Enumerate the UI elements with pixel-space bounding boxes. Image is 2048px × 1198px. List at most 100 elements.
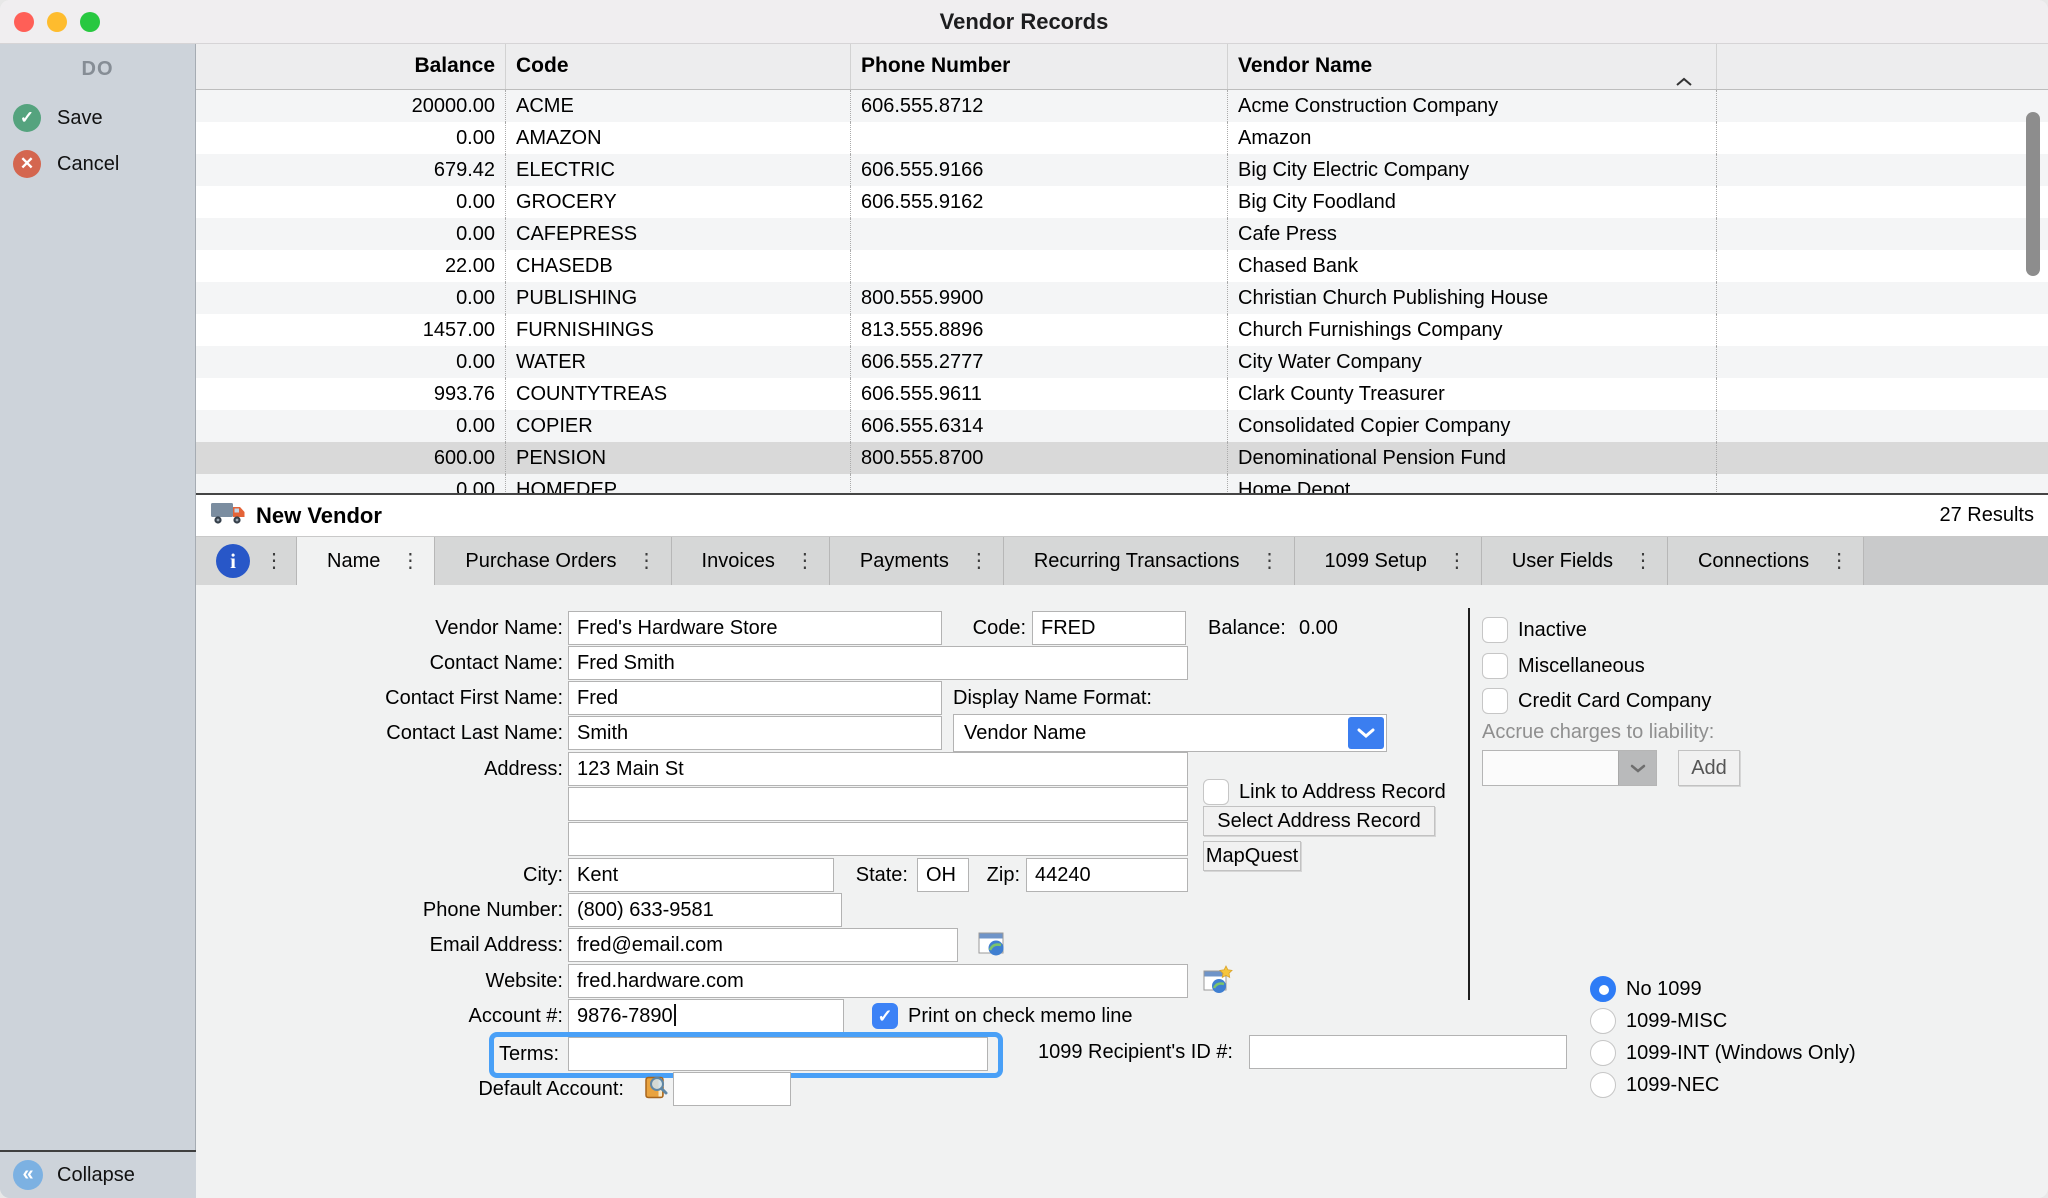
- vertical-scrollbar-thumb[interactable]: [2026, 112, 2040, 276]
- tab-menu-dots-icon[interactable]: ⋮: [969, 551, 989, 571]
- save-check-icon[interactable]: ✓: [13, 104, 41, 132]
- cancel-button[interactable]: Cancel: [57, 150, 119, 178]
- code-field[interactable]: FRED: [1032, 611, 1186, 645]
- terms-field[interactable]: [568, 1037, 988, 1071]
- display-name-format-dropdown[interactable]: Vendor Name: [953, 714, 1387, 752]
- table-cell-name: Christian Church Publishing House: [1227, 282, 1716, 314]
- table-cell-code: GROCERY: [505, 186, 850, 218]
- table-row[interactable]: 0.00AMAZONAmazon: [196, 122, 2048, 154]
- tab-name[interactable]: Name⋮: [297, 537, 435, 585]
- table-row[interactable]: 679.42ELECTRIC606.555.9166Big City Elect…: [196, 154, 2048, 186]
- tab-recurring-transactions[interactable]: Recurring Transactions⋮: [1004, 537, 1295, 585]
- vendor-name-label: Vendor Name:: [303, 611, 563, 645]
- tab-menu-dots-icon[interactable]: ⋮: [400, 551, 420, 571]
- recipient-id-label: 1099 Recipient's ID #:: [933, 1035, 1233, 1069]
- table-cell-code: COUNTYTREAS: [505, 378, 850, 410]
- tab-purchase-orders[interactable]: Purchase Orders⋮: [435, 537, 671, 585]
- website-field[interactable]: fred.hardware.com: [568, 964, 1188, 998]
- default-account-field[interactable]: [673, 1072, 791, 1106]
- display-name-format-value: Vendor Name: [964, 715, 1086, 751]
- state-label: State:: [808, 858, 908, 892]
- tab-menu-dots-icon[interactable]: ⋮: [264, 551, 284, 571]
- account-lookup-book-icon[interactable]: [640, 1073, 670, 1108]
- table-row[interactable]: 0.00PUBLISHING800.555.9900Christian Chur…: [196, 282, 2048, 314]
- add-liability-button[interactable]: Add: [1678, 750, 1740, 786]
- select-address-record-button[interactable]: Select Address Record: [1203, 806, 1435, 836]
- checkbox-label: Miscellaneous: [1518, 653, 1645, 679]
- table-cell-name: Big City Electric Company: [1227, 154, 1716, 186]
- inactive-checkbox[interactable]: [1482, 617, 1508, 643]
- tab-label: Connections: [1698, 550, 1809, 573]
- tab-menu-dots-icon[interactable]: ⋮: [795, 551, 815, 571]
- contact-last-name-field[interactable]: Smith: [568, 716, 942, 750]
- tab-menu-dots-icon[interactable]: ⋮: [1633, 551, 1653, 571]
- recipient-id-field[interactable]: [1249, 1035, 1567, 1069]
- table-row[interactable]: 0.00HOMEDEPHome Depot: [196, 474, 2048, 493]
- table-row[interactable]: 993.76COUNTYTREAS606.555.9611Clark Count…: [196, 378, 2048, 410]
- column-header-vendor-name[interactable]: Vendor Name: [1227, 44, 1716, 89]
- tab-payments[interactable]: Payments⋮: [830, 537, 1004, 585]
- column-header-balance[interactable]: Balance: [196, 44, 505, 89]
- zip-field[interactable]: 44240: [1026, 858, 1188, 892]
- default-account-label: Default Account:: [364, 1072, 624, 1106]
- contact-name-field[interactable]: Fred Smith: [568, 646, 1188, 680]
- save-button[interactable]: Save: [57, 104, 103, 132]
- column-header-phone[interactable]: Phone Number: [850, 44, 1227, 89]
- miscellaneous-checkbox[interactable]: [1482, 653, 1508, 679]
- tab-menu-dots-icon[interactable]: ⋮: [1260, 551, 1280, 571]
- table-row[interactable]: 600.00PENSION800.555.8700Denominational …: [196, 442, 2048, 474]
- address-line3-field[interactable]: [568, 822, 1188, 856]
- accrue-liability-dropdown[interactable]: [1482, 750, 1657, 786]
- account-number-value: 9876-7890: [577, 1005, 673, 1027]
- credit-card-company-checkbox[interactable]: [1482, 688, 1508, 714]
- website-new-icon[interactable]: [1202, 965, 1234, 1002]
- collapse-bar: « Collapse: [0, 1150, 196, 1198]
- tab-1099-setup[interactable]: 1099 Setup⋮: [1295, 537, 1482, 585]
- chevron-down-icon[interactable]: [1618, 751, 1656, 785]
- table-row[interactable]: 0.00WATER606.555.2777City Water Company: [196, 346, 2048, 378]
- table-row[interactable]: 20000.00ACME606.555.8712Acme Constructio…: [196, 90, 2048, 122]
- table-row[interactable]: 0.00GROCERY606.555.9162Big City Foodland: [196, 186, 2048, 218]
- tab-menu-dots-icon[interactable]: ⋮: [637, 551, 657, 571]
- tab-menu-dots-icon[interactable]: ⋮: [1447, 551, 1467, 571]
- city-field[interactable]: Kent: [568, 858, 834, 892]
- phone-number-field[interactable]: (800) 633-9581: [568, 893, 842, 927]
- radio-1099-int-windows-only-[interactable]: [1590, 1040, 1616, 1066]
- detail-title: New Vendor: [256, 503, 382, 529]
- tab-menu-dots-icon[interactable]: ⋮: [1829, 551, 1849, 571]
- table-cell-name: Church Furnishings Company: [1227, 314, 1716, 346]
- column-header-code[interactable]: Code: [505, 44, 850, 89]
- tab-info[interactable]: i ⋮: [196, 537, 297, 585]
- email-address-field[interactable]: fred@email.com: [568, 928, 958, 962]
- table-cell-balance: 0.00: [196, 122, 505, 154]
- table-cell-name: Chased Bank: [1227, 250, 1716, 282]
- address-line2-field[interactable]: [568, 787, 1188, 821]
- table-cell-empty: [1716, 378, 2048, 410]
- table-cell-balance: 20000.00: [196, 90, 505, 122]
- table-row[interactable]: 0.00CAFEPRESSCafe Press: [196, 218, 2048, 250]
- email-window-icon[interactable]: [977, 929, 1007, 964]
- address-line1-field[interactable]: 123 Main St: [568, 752, 1188, 786]
- mapquest-button[interactable]: MapQuest: [1203, 841, 1301, 871]
- contact-first-name-field[interactable]: Fred: [568, 681, 942, 715]
- chevron-down-icon[interactable]: [1348, 717, 1384, 749]
- cancel-x-icon[interactable]: ✕: [13, 150, 41, 178]
- radio-no-1099[interactable]: [1590, 976, 1616, 1002]
- print-memo-checkbox[interactable]: [872, 1003, 898, 1029]
- vendor-name-field[interactable]: Fred's Hardware Store: [568, 611, 942, 645]
- table-row[interactable]: 1457.00FURNISHINGS813.555.8896Church Fur…: [196, 314, 2048, 346]
- tab-invoices[interactable]: Invoices⋮: [672, 537, 830, 585]
- account-number-field[interactable]: 9876-7890: [568, 999, 844, 1033]
- link-to-address-checkbox[interactable]: [1203, 779, 1229, 805]
- collapse-chevrons-icon[interactable]: «: [13, 1160, 43, 1190]
- radio-1099-misc[interactable]: [1590, 1008, 1616, 1034]
- tab-user-fields[interactable]: User Fields⋮: [1482, 537, 1668, 585]
- tab-connections[interactable]: Connections ⋮: [1668, 537, 1864, 585]
- collapse-button[interactable]: Collapse: [57, 1152, 135, 1198]
- table-cell-code: HOMEDEP: [505, 474, 850, 493]
- table-cell-name: Denominational Pension Fund: [1227, 442, 1716, 474]
- table-row[interactable]: 22.00CHASEDBChased Bank: [196, 250, 2048, 282]
- table-cell-code: CAFEPRESS: [505, 218, 850, 250]
- table-row[interactable]: 0.00COPIER606.555.6314Consolidated Copie…: [196, 410, 2048, 442]
- radio-1099-nec[interactable]: [1590, 1072, 1616, 1098]
